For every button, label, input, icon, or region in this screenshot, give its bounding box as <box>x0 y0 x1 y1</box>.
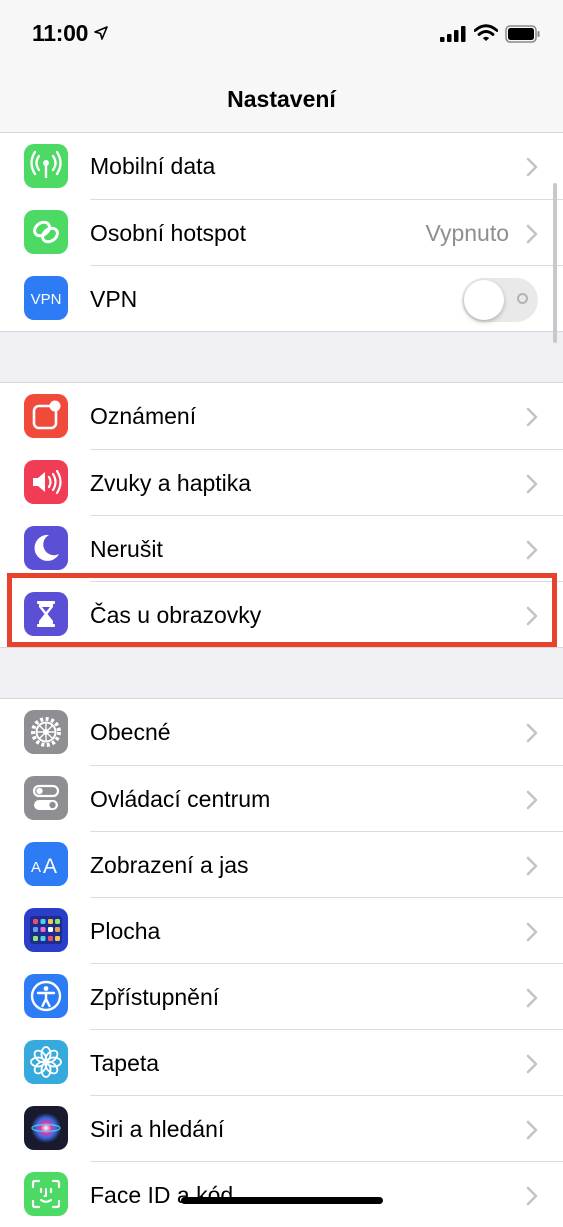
chevron-right-icon <box>526 790 538 810</box>
settings-row-face-id[interactable]: Face ID a kód <box>0 1161 563 1227</box>
battery-icon <box>505 25 540 43</box>
settings-row-label: VPN <box>90 286 138 312</box>
navigation-bar: Nastavení <box>0 70 563 133</box>
location-arrow-icon <box>94 26 108 40</box>
cellular-signal-icon <box>440 26 466 42</box>
chevron-right-icon <box>526 988 538 1008</box>
settings-row-display[interactable]: A A Zobrazení a jas <box>0 831 563 897</box>
accessibility-icon <box>24 974 68 1018</box>
gear-icon <box>24 710 68 754</box>
switches-icon <box>24 776 68 820</box>
face-id-icon <box>24 1172 68 1216</box>
settings-row-vpn: VPN VPN <box>0 265 563 331</box>
svg-text:A: A <box>43 855 57 878</box>
page-title: Nastavení <box>227 86 336 112</box>
chevron-right-icon <box>526 922 538 942</box>
settings-row-label: Ovládací centrum <box>90 786 271 812</box>
settings-row-label: Zobrazení a jas <box>90 852 249 878</box>
settings-row-wallpaper[interactable]: Tapeta <box>0 1029 563 1095</box>
settings-row-home-screen[interactable]: Plocha <box>0 897 563 963</box>
settings-row-accessibility[interactable]: Zpřístupnění <box>0 963 563 1029</box>
settings-row-sounds[interactable]: Zvuky a haptika <box>0 449 563 515</box>
chevron-right-icon <box>526 723 538 743</box>
speaker-icon <box>24 460 68 504</box>
wallpaper-flower-icon <box>24 1040 68 1084</box>
settings-row-label: Zpřístupnění <box>90 984 220 1010</box>
status-bar: 11:00 <box>0 0 563 70</box>
settings-row-label: Plocha <box>90 918 161 944</box>
svg-text:A: A <box>31 859 41 876</box>
chevron-right-icon <box>526 224 538 244</box>
chevron-right-icon <box>526 856 538 876</box>
chevron-right-icon <box>526 474 538 494</box>
chevron-right-icon <box>526 407 538 427</box>
text-size-icon: A A <box>24 842 68 886</box>
settings-row-control-center[interactable]: Ovládací centrum <box>0 765 563 831</box>
status-time: 11:00 <box>32 20 89 46</box>
settings-row-label: Face ID a kód <box>90 1182 234 1208</box>
home-screen-grid-icon <box>24 908 68 952</box>
settings-row-label: Nerušit <box>90 536 163 562</box>
chevron-right-icon <box>526 1054 538 1074</box>
settings-row-label: Osobní hotspot <box>90 220 246 246</box>
vpn-icon: VPN <box>24 276 68 320</box>
settings-row-label: Zvuky a haptika <box>90 470 252 496</box>
settings-group-connectivity: Mobilní data Osobní hotspot Vypnuto VPN … <box>0 132 563 332</box>
chevron-right-icon <box>526 1120 538 1140</box>
settings-row-label: Tapeta <box>90 1050 160 1076</box>
screen-time-highlight-box <box>7 573 557 647</box>
moon-icon <box>24 526 68 570</box>
toggle-knob <box>464 280 504 320</box>
settings-row-mobile-data[interactable]: Mobilní data <box>0 133 563 199</box>
settings-row-general[interactable]: Obecné <box>0 699 563 765</box>
settings-row-label: Mobilní data <box>90 153 216 179</box>
chevron-right-icon <box>526 540 538 560</box>
home-indicator[interactable] <box>181 1197 383 1204</box>
settings-row-label: Oznámení <box>90 403 197 429</box>
wifi-icon <box>474 24 498 41</box>
notifications-icon <box>24 394 68 438</box>
settings-row-label: Siri a hledání <box>90 1116 225 1142</box>
toggle-off-indicator-icon <box>517 293 528 304</box>
svg-text:VPN: VPN <box>31 291 62 308</box>
antenna-icon <box>24 144 68 188</box>
settings-row-do-not-disturb[interactable]: Nerušit <box>0 515 563 581</box>
vpn-toggle[interactable] <box>462 278 538 322</box>
hotspot-chain-icon <box>24 210 68 254</box>
settings-row-siri[interactable]: Siri a hledání <box>0 1095 563 1161</box>
hotspot-status-value: Vypnuto <box>425 220 509 246</box>
settings-row-personal-hotspot[interactable]: Osobní hotspot Vypnuto <box>0 199 563 265</box>
chevron-right-icon <box>526 157 538 177</box>
settings-row-label: Obecné <box>90 719 171 745</box>
settings-group-general: Obecné Ovládací centrum A A Zobrazení a … <box>0 698 563 1227</box>
siri-icon <box>24 1106 68 1150</box>
chevron-right-icon <box>526 1186 538 1206</box>
scroll-indicator[interactable] <box>553 183 557 343</box>
settings-row-notifications[interactable]: Oznámení <box>0 383 563 449</box>
